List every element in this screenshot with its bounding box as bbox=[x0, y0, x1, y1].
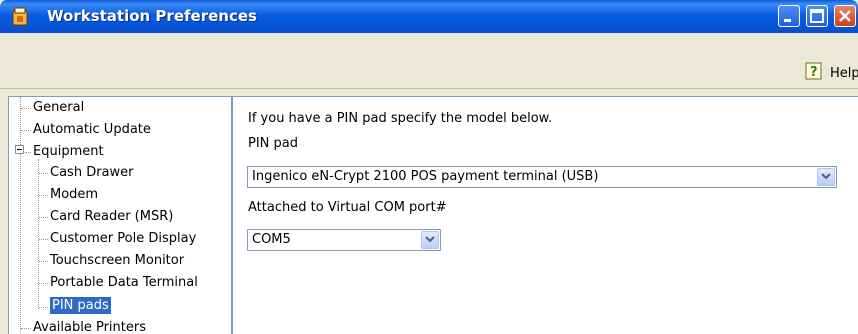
tree-connector bbox=[39, 217, 48, 218]
app-icon bbox=[12, 7, 28, 26]
chevron-down-icon[interactable] bbox=[421, 231, 439, 249]
tree-connector bbox=[39, 173, 48, 174]
tree-connector bbox=[20, 97, 21, 333]
tree-item-equipment[interactable]: Equipment bbox=[33, 142, 104, 162]
com-port-select[interactable]: COM5 bbox=[247, 229, 441, 251]
chevron-down-icon[interactable] bbox=[817, 168, 835, 186]
settings-panel: If you have a PIN pad specify the model … bbox=[232, 96, 858, 334]
help-icon: ? bbox=[804, 61, 824, 85]
svg-text:?: ? bbox=[810, 65, 818, 80]
help-label: Help bbox=[830, 65, 858, 81]
tree-connector bbox=[39, 195, 48, 196]
com-port-label: Attached to Virtual COM port# bbox=[248, 200, 447, 215]
help-button[interactable]: ? Help bbox=[804, 61, 858, 85]
tree-connector bbox=[38, 159, 39, 309]
tree-connector bbox=[39, 261, 48, 262]
tree-connector bbox=[21, 328, 31, 329]
tree-connector bbox=[21, 130, 31, 131]
tree-item-portable-data-terminal[interactable]: Portable Data Terminal bbox=[50, 273, 198, 293]
tree-connector bbox=[25, 152, 31, 153]
tree-item-modem[interactable]: Modem bbox=[50, 185, 98, 205]
tree-item-touchscreen-monitor[interactable]: Touchscreen Monitor bbox=[50, 251, 184, 271]
pinpad-select[interactable]: Ingenico eN-Crypt 2100 POS payment termi… bbox=[247, 166, 837, 188]
pinpad-label: PIN pad bbox=[248, 136, 299, 151]
close-button[interactable] bbox=[834, 5, 856, 27]
tree-item-cash-drawer[interactable]: Cash Drawer bbox=[50, 163, 133, 183]
preferences-tree[interactable]: General Automatic Update Equipment Cash … bbox=[8, 96, 232, 334]
tree-connector bbox=[39, 307, 48, 308]
tree-connector bbox=[39, 239, 48, 240]
tree-item-general[interactable]: General bbox=[33, 98, 84, 118]
tree-item-automatic-update[interactable]: Automatic Update bbox=[33, 120, 151, 140]
window-title: Workstation Preferences bbox=[47, 7, 257, 25]
tree-item-card-reader[interactable]: Card Reader (MSR) bbox=[50, 207, 173, 227]
tree-item-pin-pads[interactable]: PIN pads bbox=[50, 296, 111, 316]
pinpad-value: Ingenico eN-Crypt 2100 POS payment termi… bbox=[252, 169, 599, 184]
title-bar[interactable]: Workstation Preferences bbox=[0, 0, 858, 33]
tree-connector bbox=[39, 283, 48, 284]
com-port-value: COM5 bbox=[252, 232, 291, 247]
maximize-button[interactable] bbox=[806, 5, 828, 27]
intro-text: If you have a PIN pad specify the model … bbox=[248, 111, 553, 126]
collapse-icon[interactable] bbox=[15, 145, 24, 154]
tree-item-customer-pole-display[interactable]: Customer Pole Display bbox=[50, 229, 196, 249]
tree-item-available-printers[interactable]: Available Printers bbox=[33, 318, 146, 334]
minimize-button[interactable] bbox=[778, 5, 800, 27]
tree-connector bbox=[21, 108, 31, 109]
toolbar bbox=[0, 33, 858, 89]
